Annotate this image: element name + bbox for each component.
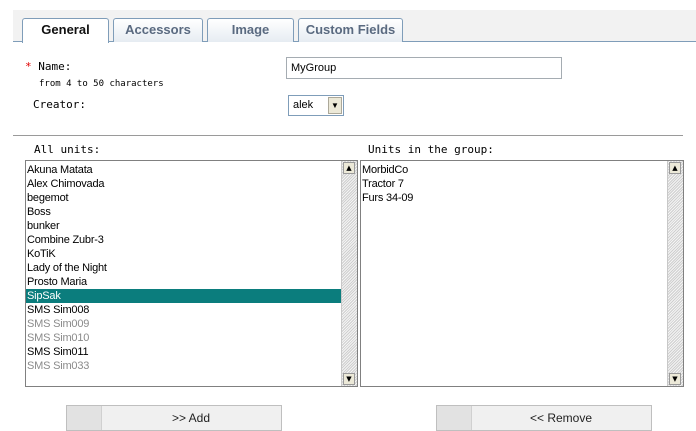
tab-general[interactable]: General <box>22 18 109 43</box>
remove-button[interactable]: << Remove <box>436 405 652 431</box>
list-item[interactable]: Furs 34-09 <box>361 191 668 205</box>
chevron-down-icon[interactable]: ▼ <box>328 97 342 114</box>
list-item[interactable]: Boss <box>26 205 342 219</box>
list-item[interactable]: KoTiK <box>26 247 342 261</box>
all-units-label: All units: <box>34 143 101 156</box>
group-units-list[interactable]: MorbidCo Tractor 7 Furs 34-09 ▲ ▼ <box>360 160 684 387</box>
add-button-label: >> Add <box>171 411 211 425</box>
creator-label: Creator: <box>33 98 86 111</box>
section-divider <box>13 135 683 136</box>
list-item[interactable]: SMS Sim008 <box>26 303 342 317</box>
list-item[interactable]: Akuna Matata <box>26 163 342 177</box>
all-units-scrollbar[interactable]: ▲ ▼ <box>341 161 357 386</box>
group-units-label: Units in the group: <box>368 143 494 156</box>
add-button[interactable]: >> Add <box>66 405 282 431</box>
name-hint: from 4 to 50 characters <box>39 79 164 89</box>
creator-select[interactable]: alek ▼ <box>288 95 344 116</box>
name-input[interactable]: MyGroup <box>286 57 562 79</box>
list-item[interactable]: SMS Sim011 <box>26 345 342 359</box>
list-item[interactable]: MorbidCo <box>361 163 668 177</box>
list-item[interactable]: SMS Sim033 <box>26 359 342 373</box>
list-item[interactable]: SipSak <box>26 289 342 303</box>
tab-custom-fields[interactable]: Custom Fields <box>298 18 403 42</box>
list-item[interactable]: Alex Chimovada <box>26 177 342 191</box>
name-label-text: Name: <box>31 60 72 73</box>
creator-select-value: alek <box>293 99 314 111</box>
tab-bar: General Accessors Image Custom Fields <box>0 0 696 43</box>
all-units-items: Akuna Matata Alex Chimovada begemot Boss bun… <box>26 163 342 373</box>
remove-button-label: << Remove <box>529 411 593 425</box>
list-item[interactable]: SMS Sim009 <box>26 317 342 331</box>
required-mark: * <box>25 60 32 73</box>
list-item[interactable]: Tractor 7 <box>361 177 668 191</box>
all-units-list[interactable]: Akuna Matata Alex Chimovada begemot Boss bun… <box>25 160 358 387</box>
list-item[interactable]: Combine Zubr-3 <box>26 233 342 247</box>
up-arrow-icon[interactable]: ▲ <box>343 162 355 174</box>
down-arrow-icon[interactable]: ▼ <box>343 373 355 385</box>
name-label: * Name: <box>25 60 71 73</box>
list-item[interactable]: SMS Sim010 <box>26 331 342 345</box>
tab-accessors[interactable]: Accessors <box>113 18 203 42</box>
group-units-scrollbar[interactable]: ▲ ▼ <box>667 161 683 386</box>
list-item[interactable]: Lady of the Night <box>26 261 342 275</box>
down-arrow-icon[interactable]: ▼ <box>669 373 681 385</box>
add-button-grip <box>67 406 102 430</box>
up-arrow-icon[interactable]: ▲ <box>669 162 681 174</box>
list-item[interactable]: bunker <box>26 219 342 233</box>
group-units-items: MorbidCo Tractor 7 Furs 34-09 <box>361 163 668 205</box>
tab-image[interactable]: Image <box>207 18 294 42</box>
list-item[interactable]: Prosto Maria <box>26 275 342 289</box>
list-item[interactable]: begemot <box>26 191 342 205</box>
remove-button-grip <box>437 406 472 430</box>
